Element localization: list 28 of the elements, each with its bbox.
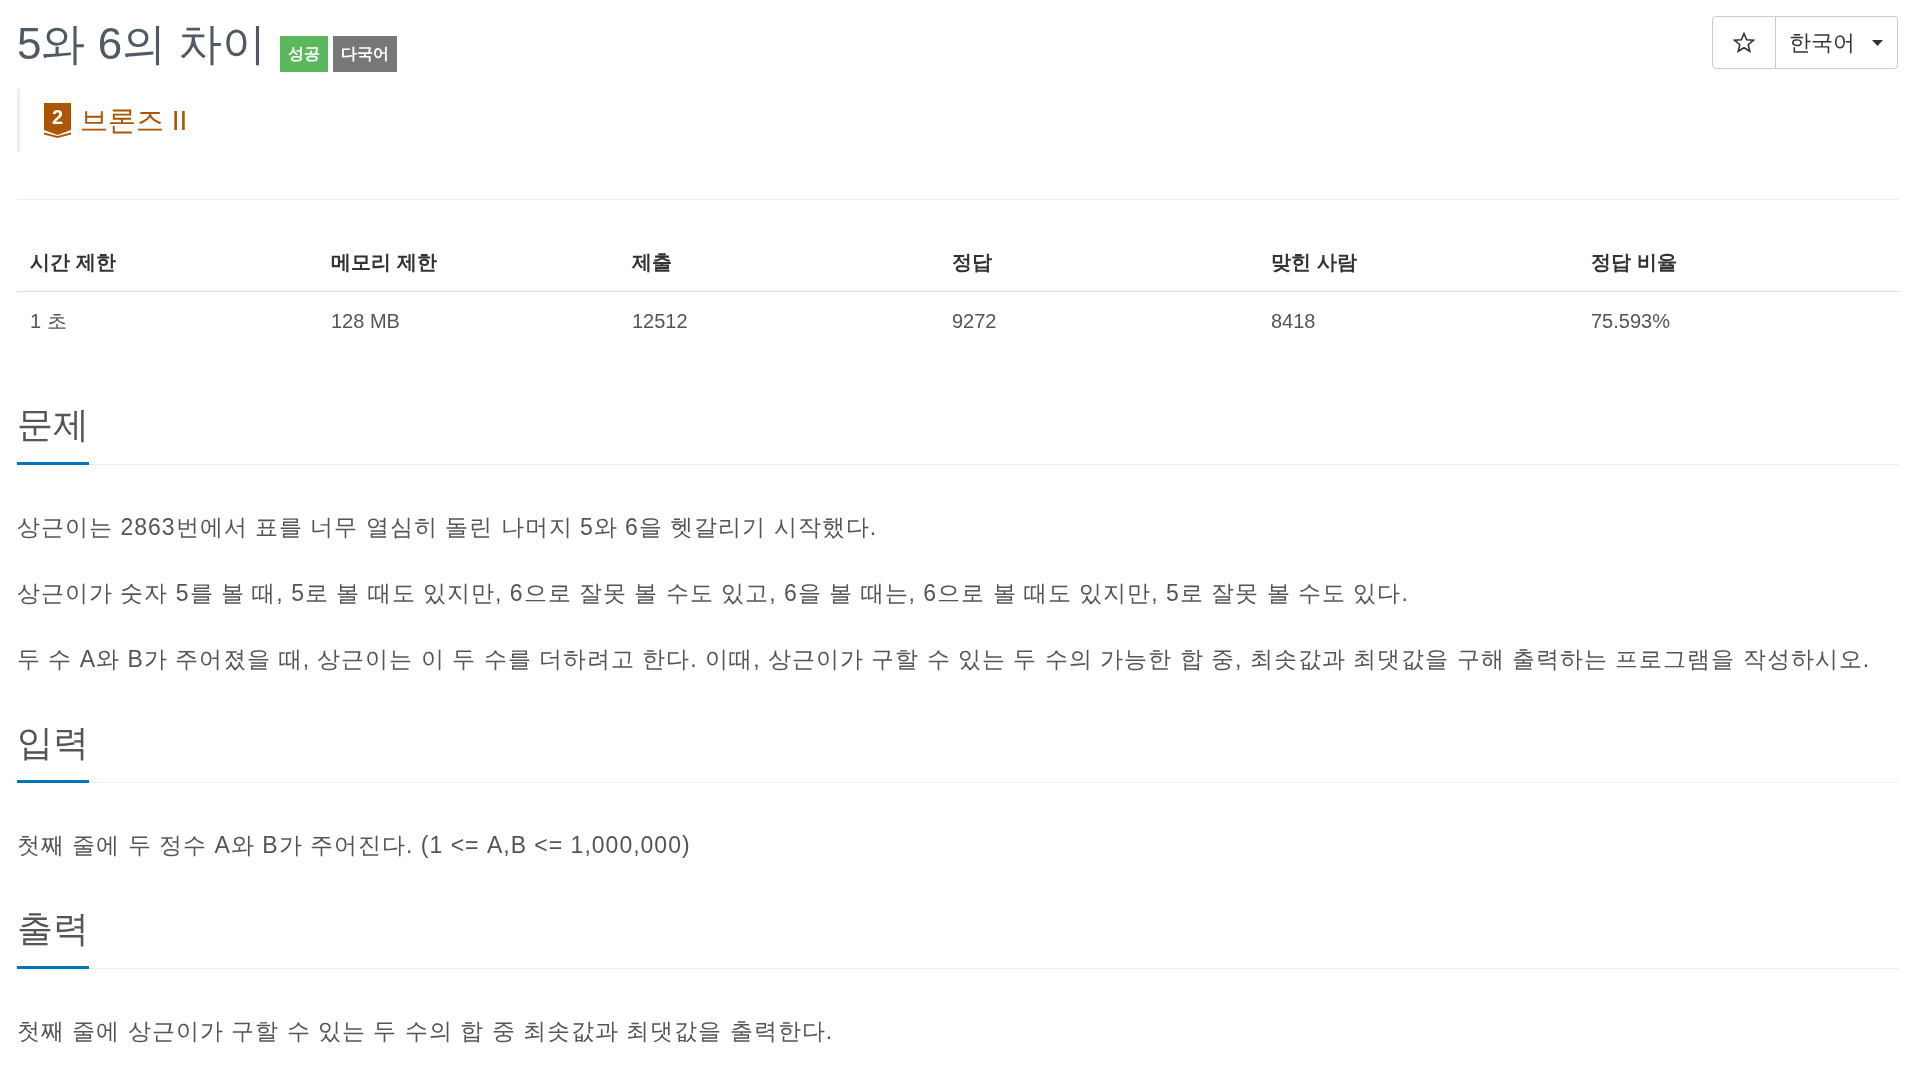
language-dropdown[interactable]: 한국어 bbox=[1776, 16, 1898, 69]
tier-icon: 2 bbox=[44, 103, 71, 138]
problem-paragraph: 첫째 줄에 상근이가 구할 수 있는 두 수의 합 중 최솟값과 최댓값을 출력한다. bbox=[17, 1017, 835, 1046]
table-header-cell-text: 정답 bbox=[951, 250, 993, 275]
problem-paragraph: 상근이는 2863번에서 표를 너무 열심히 돌린 나머지 5와 6을 헷갈리기 시작했다. bbox=[17, 513, 879, 542]
favorite-button[interactable] bbox=[1712, 16, 1776, 69]
table-cell-text: 1 초 bbox=[29, 309, 68, 334]
table-header-cell-text: 시간 제한 bbox=[29, 250, 117, 275]
table-cell-text: 75.593% bbox=[1590, 309, 1671, 334]
table-cell-text: 9272 bbox=[951, 309, 998, 334]
section-heading: 입력 bbox=[17, 723, 89, 783]
table-header-cell-text: 메모리 제한 bbox=[330, 250, 438, 275]
tier-label: 브론즈 II bbox=[80, 103, 188, 138]
table-cell-text: 12512 bbox=[631, 309, 689, 334]
tag: 다국어 bbox=[333, 36, 398, 72]
problem-paragraph: 상근이가 숫자 5를 볼 때, 5로 볼 때도 있지만, 6으로 잘못 볼 수도 있고, 6을 볼 때는, 6으로 볼 때도 있지만, 5로 잘못 볼 수도 있다. bbox=[17, 579, 1410, 608]
table-header-cell-text: 정답 비율 bbox=[1590, 250, 1678, 275]
problem-paragraph: 첫째 줄에 두 정수 A와 B가 주어진다. (1 <= A,B <= 1,000,000) bbox=[17, 831, 692, 860]
section-heading: 문제 bbox=[17, 405, 89, 465]
table-cell-text: 8418 bbox=[1270, 309, 1317, 334]
table-header-cell-text: 맞힌 사람 bbox=[1270, 250, 1358, 275]
table-header-cell-text: 제출 bbox=[631, 250, 673, 275]
caret-icon bbox=[1872, 39, 1883, 46]
table-cell-text: 128 MB bbox=[330, 309, 401, 334]
page-title: 5와 6의 차이 bbox=[17, 20, 267, 68]
tag: 성공 bbox=[280, 36, 329, 72]
section-heading: 출력 bbox=[17, 909, 89, 969]
problem-paragraph: 두 수 A와 B가 주어졌을 때, 상근이는 이 두 수를 더하려고 한다. 이때, 상근이가 구할 수 있는 두 수의 가능한 합 중, 최솟값과 최댓값을 구해 출력하는 프로그램을 작성하시오. bbox=[17, 645, 1872, 674]
